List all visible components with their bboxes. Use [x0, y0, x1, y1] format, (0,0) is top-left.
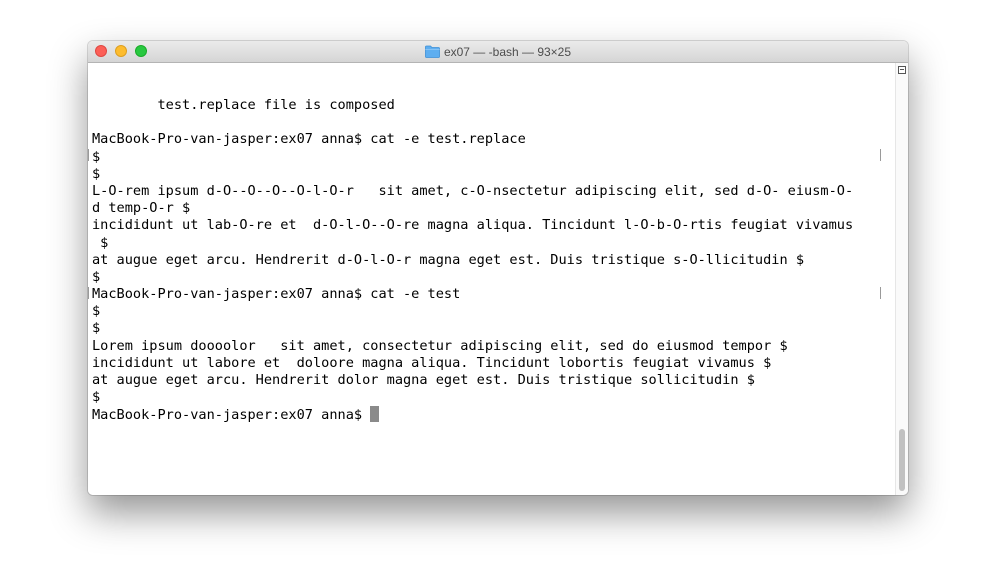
terminal-line: $: [92, 389, 101, 406]
mark-right-2: [877, 287, 881, 299]
terminal-line: incididunt ut labore et doloore magna al…: [92, 354, 772, 371]
text-cursor: [370, 406, 380, 423]
window-title: ex07 — -bash — 93×25: [443, 44, 572, 59]
terminal-content[interactable]: test.replace file is composed MacBook-Pro…: [88, 63, 896, 495]
terminal-line: d temp-O-r $: [92, 200, 191, 217]
terminal-line: $: [92, 148, 101, 165]
terminal-line: at augue eget arcu. Hendrerit dolor magn…: [92, 372, 755, 388]
scrollbar-thumb[interactable]: [899, 429, 905, 491]
terminal-line: $: [92, 268, 101, 285]
terminal-line: MacBook-Pro-van-jasper:ex07 anna$ cat -e…: [92, 131, 526, 148]
split-pane-icon[interactable]: [898, 66, 906, 74]
terminal-line: $: [92, 303, 101, 320]
title-bar[interactable]: ex07 — -bash — 93×25: [88, 41, 908, 63]
terminal-line: MacBook-Pro-van-jasper:ex07 anna$ cat -e…: [92, 286, 461, 303]
vertical-scrollbar[interactable]: [895, 63, 908, 495]
mark-right-1: [877, 149, 881, 161]
terminal-line: test.replace file is composed: [92, 97, 395, 113]
current-prompt: MacBook-Pro-van-jasper:ex07 anna$: [92, 407, 371, 424]
window-title-group: ex07 — -bash — 93×25: [88, 41, 908, 62]
mark-left-1: [88, 149, 91, 161]
terminal-line: incididunt ut lab-O-re et d-O-l-O--O-re …: [92, 217, 854, 234]
current-prompt-line[interactable]: MacBook-Pro-van-jasper:ex07 anna$: [92, 406, 853, 423]
terminal-output[interactable]: test.replace file is composed MacBook-Pro…: [92, 97, 853, 424]
terminal-line: L-O-rem ipsum d-O--O--O--O-l-O-r sit ame…: [92, 182, 854, 199]
terminal-line: Lorem ipsum doooolor sit amet, consectet…: [92, 337, 788, 354]
terminal-line: at augue eget arcu. Hendrerit d-O-l-O-r …: [92, 251, 805, 268]
terminal-line: $: [92, 165, 101, 182]
mark-left-2: [88, 287, 91, 299]
terminal-line: $: [92, 320, 101, 337]
folder-icon: [425, 45, 440, 58]
terminal-line: $: [92, 234, 109, 251]
terminal-window: ex07 — -bash — 93×25 test.replace file i…: [88, 41, 908, 495]
